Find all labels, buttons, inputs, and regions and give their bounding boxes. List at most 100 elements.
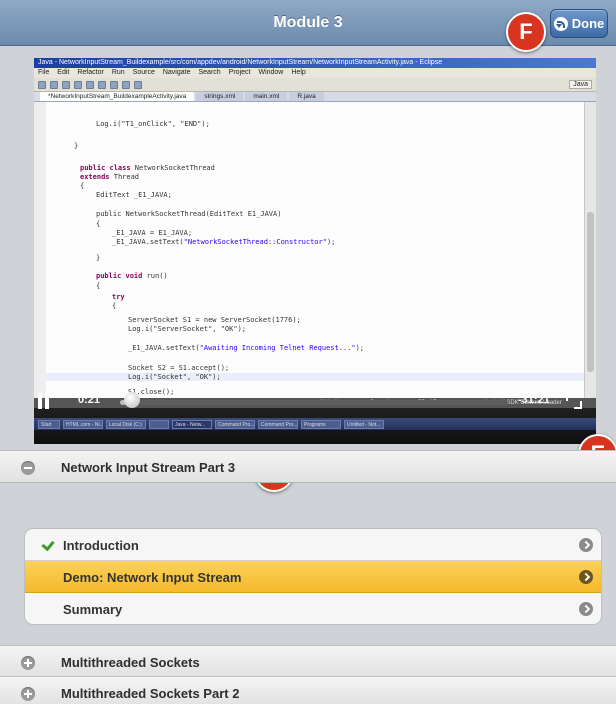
taskbar-item: Java - Netw... [172, 419, 212, 429]
check-icon [41, 537, 55, 552]
taskbar-item: Untitled - Not... [344, 419, 384, 429]
video-progress-track[interactable] [120, 400, 508, 405]
taskbar-start: Start [38, 419, 60, 429]
chevron-right-icon [579, 538, 593, 552]
eclipse-menu-item: Run [111, 69, 125, 76]
code-line: Socket S2 = S1.accept(); [128, 364, 230, 372]
done-button[interactable]: Done [550, 9, 608, 38]
taskbar-item: Local Disk (C:) [106, 419, 146, 429]
fullscreen-icon[interactable] [566, 393, 582, 409]
editor-tab: strings.xml [196, 92, 244, 101]
code-line: } [96, 254, 101, 262]
eclipse-menu-item: Project [228, 69, 251, 76]
code-string: "NetworkSocketThread::Constructor" [183, 238, 327, 246]
chevron-right-icon [579, 570, 593, 584]
section-title: Network Input Stream Part 3 [61, 460, 236, 475]
debug-icon [74, 80, 82, 89]
chevron-right-icon [579, 602, 593, 616]
section-header-multithreaded-sockets[interactable]: Multithreaded Sockets [0, 645, 616, 678]
code-line: _E1_JAVA.setText("Awaiting Incoming Teln… [128, 344, 364, 352]
lesson-item-summary[interactable]: Summary [25, 593, 601, 624]
eclipse-menu-item: Window [258, 69, 284, 76]
open-type-icon [110, 80, 118, 89]
save-icon [50, 80, 58, 89]
code-text: run() [142, 272, 168, 280]
pause-icon[interactable] [36, 393, 50, 409]
code-line: { [96, 220, 101, 228]
code-text: _E1_JAVA.setText( [112, 238, 184, 246]
collapse-icon[interactable] [21, 461, 35, 475]
section-header-network-input-stream-part-3[interactable]: Network Input Stream Part 3 [0, 450, 616, 483]
code-line: { [96, 282, 101, 290]
editor-tab: R.java [289, 92, 324, 101]
eclipse-menu-item: Help [291, 69, 306, 76]
editor-tabs: *NetworkInputStream_BuildexampleActivity… [34, 92, 596, 102]
lesson-item-demo-network-input-stream[interactable]: Demo: Network Input Stream [25, 561, 601, 593]
code-line: public void run() [96, 272, 168, 280]
eclipse-menu-item: Search [198, 69, 221, 76]
expand-icon[interactable] [21, 656, 35, 670]
code-keyword: public class [80, 164, 131, 172]
eclipse-menu-item: Source [132, 69, 155, 76]
code-string: "Awaiting Incoming Telnet Request..." [199, 344, 356, 352]
code-line: public NetworkSocketThread(EditText E1_J… [96, 210, 282, 218]
perspective-switcher: Java [569, 80, 592, 89]
taskbar-item: Programs [301, 419, 341, 429]
eclipse-toolbar: Java [34, 78, 596, 92]
lesson-label: Summary [63, 602, 123, 617]
lesson-label: Introduction [63, 538, 139, 553]
taskbar-item: Command Pro... [215, 419, 255, 429]
expand-icon[interactable] [21, 687, 35, 701]
back-icon [122, 80, 130, 89]
code-line: public class NetworkSocketThread [80, 164, 215, 172]
print-icon [62, 80, 70, 89]
code-line: Log.i("ServerSocket", "OK"); [128, 325, 247, 333]
current-time: 0:21 [78, 394, 101, 406]
code-text: _E1_JAVA.setText( [128, 344, 200, 352]
editor-scroll-thumb [587, 212, 594, 372]
taskbar-item [149, 419, 169, 429]
new-file-icon [38, 80, 46, 89]
code-line: _E1_JAVA = E1_JAVA; [112, 229, 193, 237]
forward-icon [134, 80, 142, 89]
code-line: extends Thread [80, 173, 139, 181]
page-title: Module 3 [273, 13, 343, 31]
code-line: ServerSocket S1 = new ServerSocket(1776)… [128, 316, 301, 324]
code-text: ); [355, 344, 365, 352]
lesson-label: Demo: Network Input Stream [63, 570, 242, 585]
video-player[interactable]: Java - NetworkInputStream_Buildexample/s… [34, 58, 596, 444]
lesson-list: Introduction Demo: Network Input Stream … [24, 528, 602, 625]
section-header-multithreaded-sockets-part-2[interactable]: Multithreaded Sockets Part 2 [0, 676, 616, 704]
code-line: { [112, 302, 117, 310]
code-line: } [74, 142, 79, 150]
editor-tab: main.xml [245, 92, 288, 101]
taskbar-item: Command Pro... [258, 419, 298, 429]
callout-f: F [506, 12, 546, 52]
search-icon [98, 80, 106, 89]
code-editor: Log.i("T1_onClick", "END"); } public cla… [34, 102, 596, 398]
eclipse-menu-item: Edit [57, 69, 70, 76]
eclipse-menu-item: Refactor [77, 69, 104, 76]
code-keyword: extends [80, 173, 110, 181]
editor-scrollbar [584, 102, 596, 398]
section-title: Multithreaded Sockets Part 2 [61, 686, 240, 701]
video-scrub-handle[interactable] [123, 392, 140, 408]
code-text: NetworkSocketThread [130, 164, 215, 172]
editor-tab: *NetworkInputStream_BuildexampleActivity… [40, 92, 195, 101]
back-arrow-icon [553, 16, 568, 31]
code-line-current: Log.i("Socket", "OK"); [46, 373, 584, 381]
code-keyword: public void [96, 272, 143, 280]
code-line: EditText _E1_JAVA; [96, 191, 172, 199]
code-text: Thread [109, 173, 140, 181]
eclipse-menu-item: Navigate [162, 69, 191, 76]
done-button-label: Done [571, 16, 605, 31]
taskbar-item: HTML.com - Ni... [63, 419, 103, 429]
code-text: ); [326, 238, 336, 246]
code-line: try [112, 293, 125, 301]
windows-taskbar: Start HTML.com - Ni... Local Disk (C:) J… [34, 418, 596, 430]
code-line: _E1_JAVA.setText("NetworkSocketThread::C… [112, 238, 335, 246]
section-title: Multithreaded Sockets [61, 655, 200, 670]
lesson-item-introduction[interactable]: Introduction [25, 529, 601, 561]
code-line: { [80, 182, 85, 190]
eclipse-menu-bar: File Edit Refactor Run Source Navigate S… [34, 68, 596, 78]
